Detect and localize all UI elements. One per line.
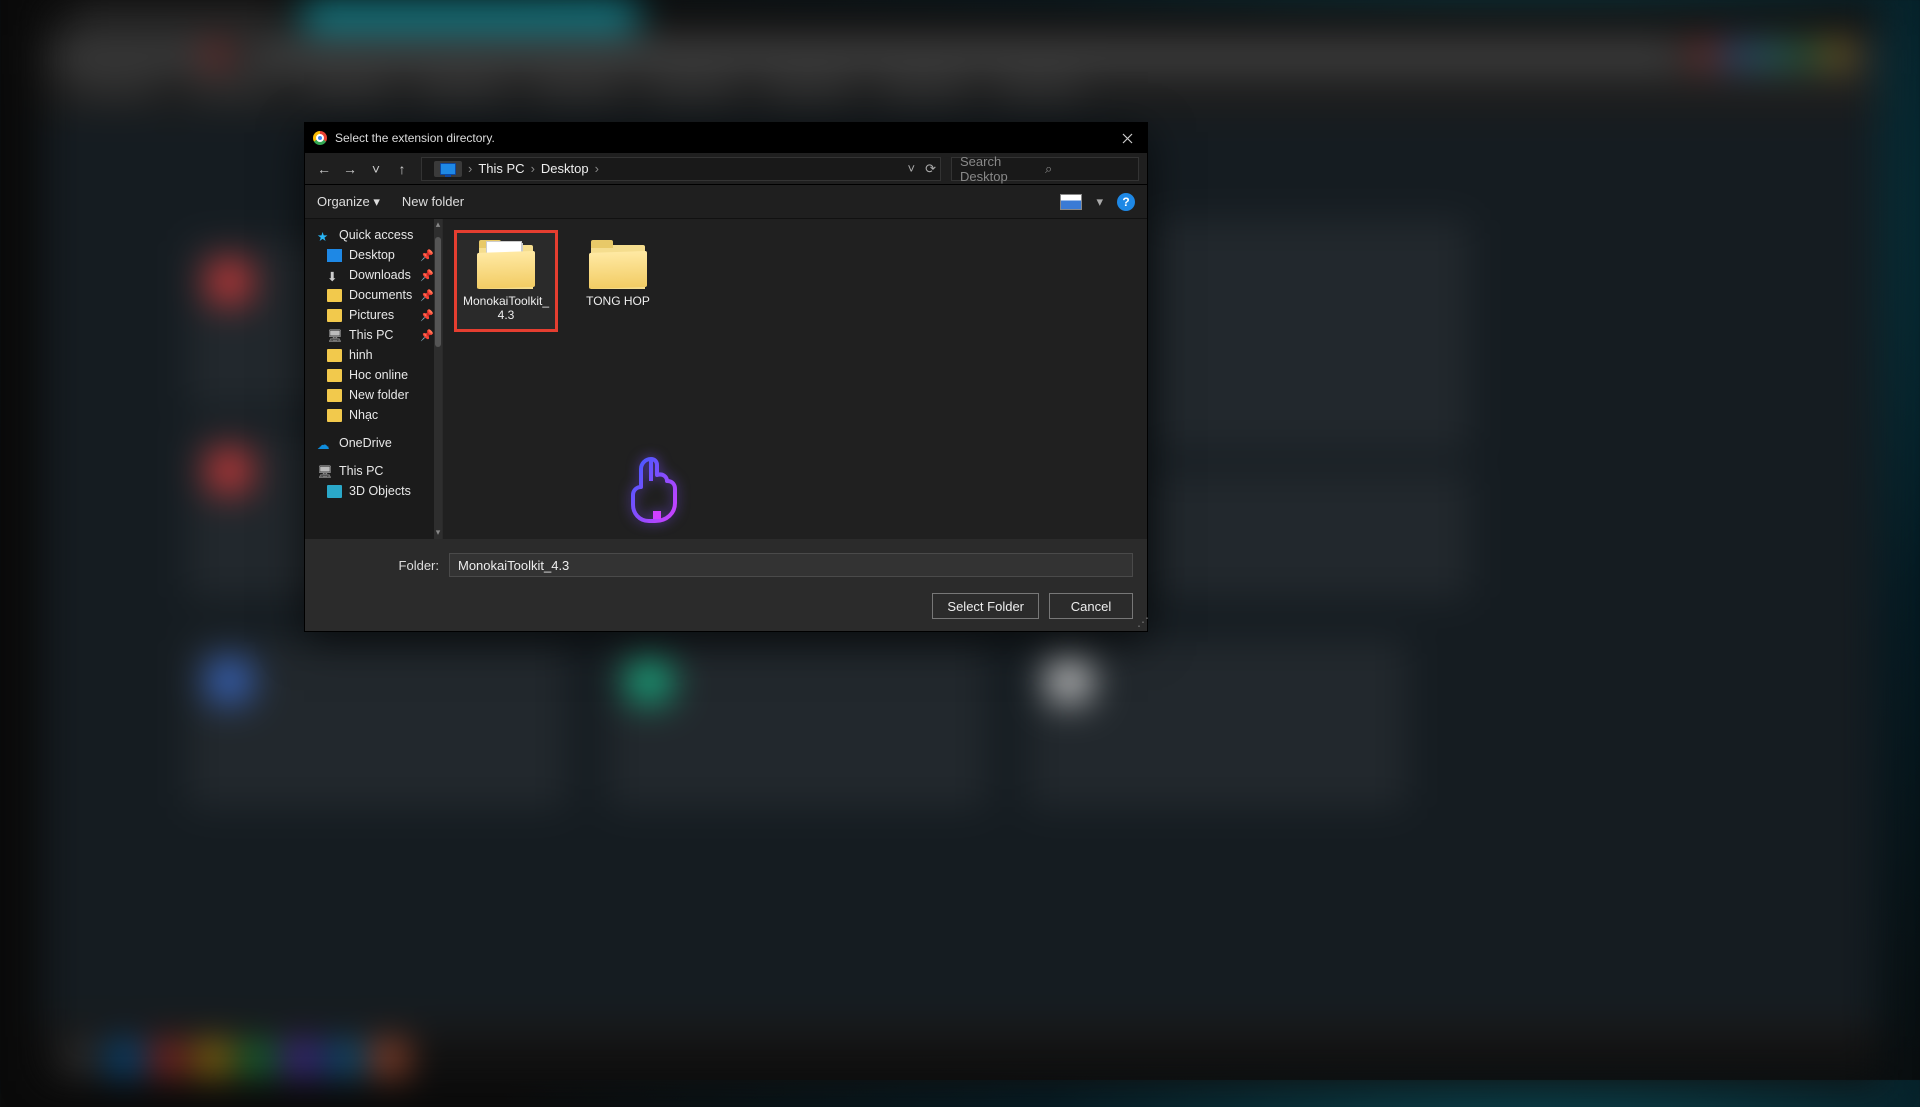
folder-icon [327, 369, 342, 382]
folder-icon [475, 239, 537, 289]
desktop-icon [327, 249, 342, 262]
scroll-up-icon[interactable]: ▴ [434, 219, 442, 231]
cancel-button[interactable]: Cancel [1049, 593, 1133, 619]
cloud-icon: ☁ [317, 437, 332, 450]
pin-icon: 📌 [420, 329, 434, 342]
nav-tree[interactable]: ★Quick access Desktop📌 ⬇Downloads📌 Docum… [305, 219, 443, 539]
tree-item-downloads[interactable]: ⬇Downloads📌 [305, 265, 442, 285]
folder-icon [327, 389, 342, 402]
tree-item-this-pc[interactable]: 🖥This PC📌 [305, 325, 442, 345]
help-icon[interactable]: ? [1117, 193, 1135, 211]
pin-icon: 📌 [420, 289, 434, 302]
pin-icon: 📌 [420, 309, 434, 322]
chevron-right-icon: › [462, 161, 478, 176]
recent-dropdown[interactable]: ˅ [365, 158, 387, 180]
address-bar[interactable]: › This PC › Desktop › ˅ ⟳ [421, 157, 941, 181]
chevron-right-icon: › [525, 161, 541, 176]
folder-icon [327, 409, 342, 422]
folder-icon [327, 309, 342, 322]
folder-field-label: Folder: [319, 558, 439, 573]
pin-icon: 📌 [420, 249, 434, 262]
tree-item-new-folder[interactable]: New folder [305, 385, 442, 405]
refresh-icon[interactable]: ⟳ [925, 161, 936, 177]
new-folder-button[interactable]: New folder [402, 194, 464, 209]
crumb-desktop[interactable]: Desktop [541, 161, 589, 176]
select-folder-button[interactable]: Select Folder [932, 593, 1039, 619]
pin-icon: 📌 [420, 269, 434, 282]
tree-item-desktop[interactable]: Desktop📌 [305, 245, 442, 265]
folder-icon [587, 239, 649, 289]
folder-picker-dialog: Select the extension directory. ← → ˅ ↑ … [304, 122, 1148, 632]
chevron-right-icon: › [589, 161, 605, 176]
file-pane[interactable]: MonokaiToolkit_4.3 TONG HOP [443, 219, 1147, 539]
folder-label: MonokaiToolkit_4.3 [459, 295, 553, 323]
nav-row: ← → ˅ ↑ › This PC › Desktop › ˅ ⟳ Search… [305, 153, 1147, 185]
tree-item-pictures[interactable]: Pictures📌 [305, 305, 442, 325]
star-icon: ★ [317, 229, 332, 242]
dialog-title: Select the extension directory. [335, 131, 1099, 145]
scroll-down-icon[interactable]: ▾ [434, 527, 442, 539]
folder-label: TONG HOP [586, 295, 650, 309]
dialog-footer: Folder: Select Folder Cancel [305, 539, 1147, 631]
dialog-body: ★Quick access Desktop📌 ⬇Downloads📌 Docum… [305, 219, 1147, 539]
tree-this-pc[interactable]: 🖥This PC [305, 461, 442, 481]
search-icon: ⌕ [1045, 161, 1130, 177]
titlebar: Select the extension directory. [305, 123, 1147, 153]
tree-item-documents[interactable]: Documents📌 [305, 285, 442, 305]
up-button[interactable]: ↑ [391, 158, 413, 180]
folder-name-input[interactable] [449, 553, 1133, 577]
forward-button[interactable]: → [339, 158, 361, 180]
pointer-overlay-icon [627, 455, 683, 525]
download-icon: ⬇ [327, 269, 342, 282]
tree-item-nhac[interactable]: Nhạc [305, 405, 442, 425]
folder-icon [327, 349, 342, 362]
pc-chip [434, 161, 462, 177]
pc-icon: 🖥 [327, 329, 342, 342]
tree-quick-access[interactable]: ★Quick access [305, 225, 442, 245]
folder-icon [327, 289, 342, 302]
organize-button[interactable]: Organize ▾ [317, 194, 380, 210]
resize-grip-icon[interactable]: ⋰ [1137, 615, 1145, 629]
folder-icon [327, 485, 342, 498]
tree-item-3d-objects[interactable]: 3D Objects [305, 481, 442, 501]
monitor-icon [440, 163, 456, 175]
view-dropdown-icon[interactable]: ▾ [1096, 194, 1103, 210]
search-placeholder: Search Desktop [960, 154, 1045, 184]
tree-scrollbar[interactable]: ▴ ▾ [434, 219, 442, 539]
close-button[interactable] [1107, 123, 1147, 153]
tree-onedrive[interactable]: ☁OneDrive [305, 433, 442, 453]
tree-item-hinh[interactable]: hinh [305, 345, 442, 365]
pc-icon: 🖥 [317, 465, 332, 478]
view-mode-icon[interactable] [1060, 194, 1082, 210]
chrome-icon [313, 131, 327, 145]
folder-item-monokaitoolkit[interactable]: MonokaiToolkit_4.3 [457, 233, 555, 329]
crumb-this-pc[interactable]: This PC [478, 161, 524, 176]
address-dropdown-icon[interactable]: ˅ [908, 161, 916, 176]
search-input[interactable]: Search Desktop ⌕ [951, 157, 1139, 181]
back-button[interactable]: ← [313, 158, 335, 180]
folder-item-tonghop[interactable]: TONG HOP [569, 233, 667, 315]
tool-row: Organize ▾ New folder ▾ ? [305, 185, 1147, 219]
tree-item-hoc-online[interactable]: Hoc online [305, 365, 442, 385]
